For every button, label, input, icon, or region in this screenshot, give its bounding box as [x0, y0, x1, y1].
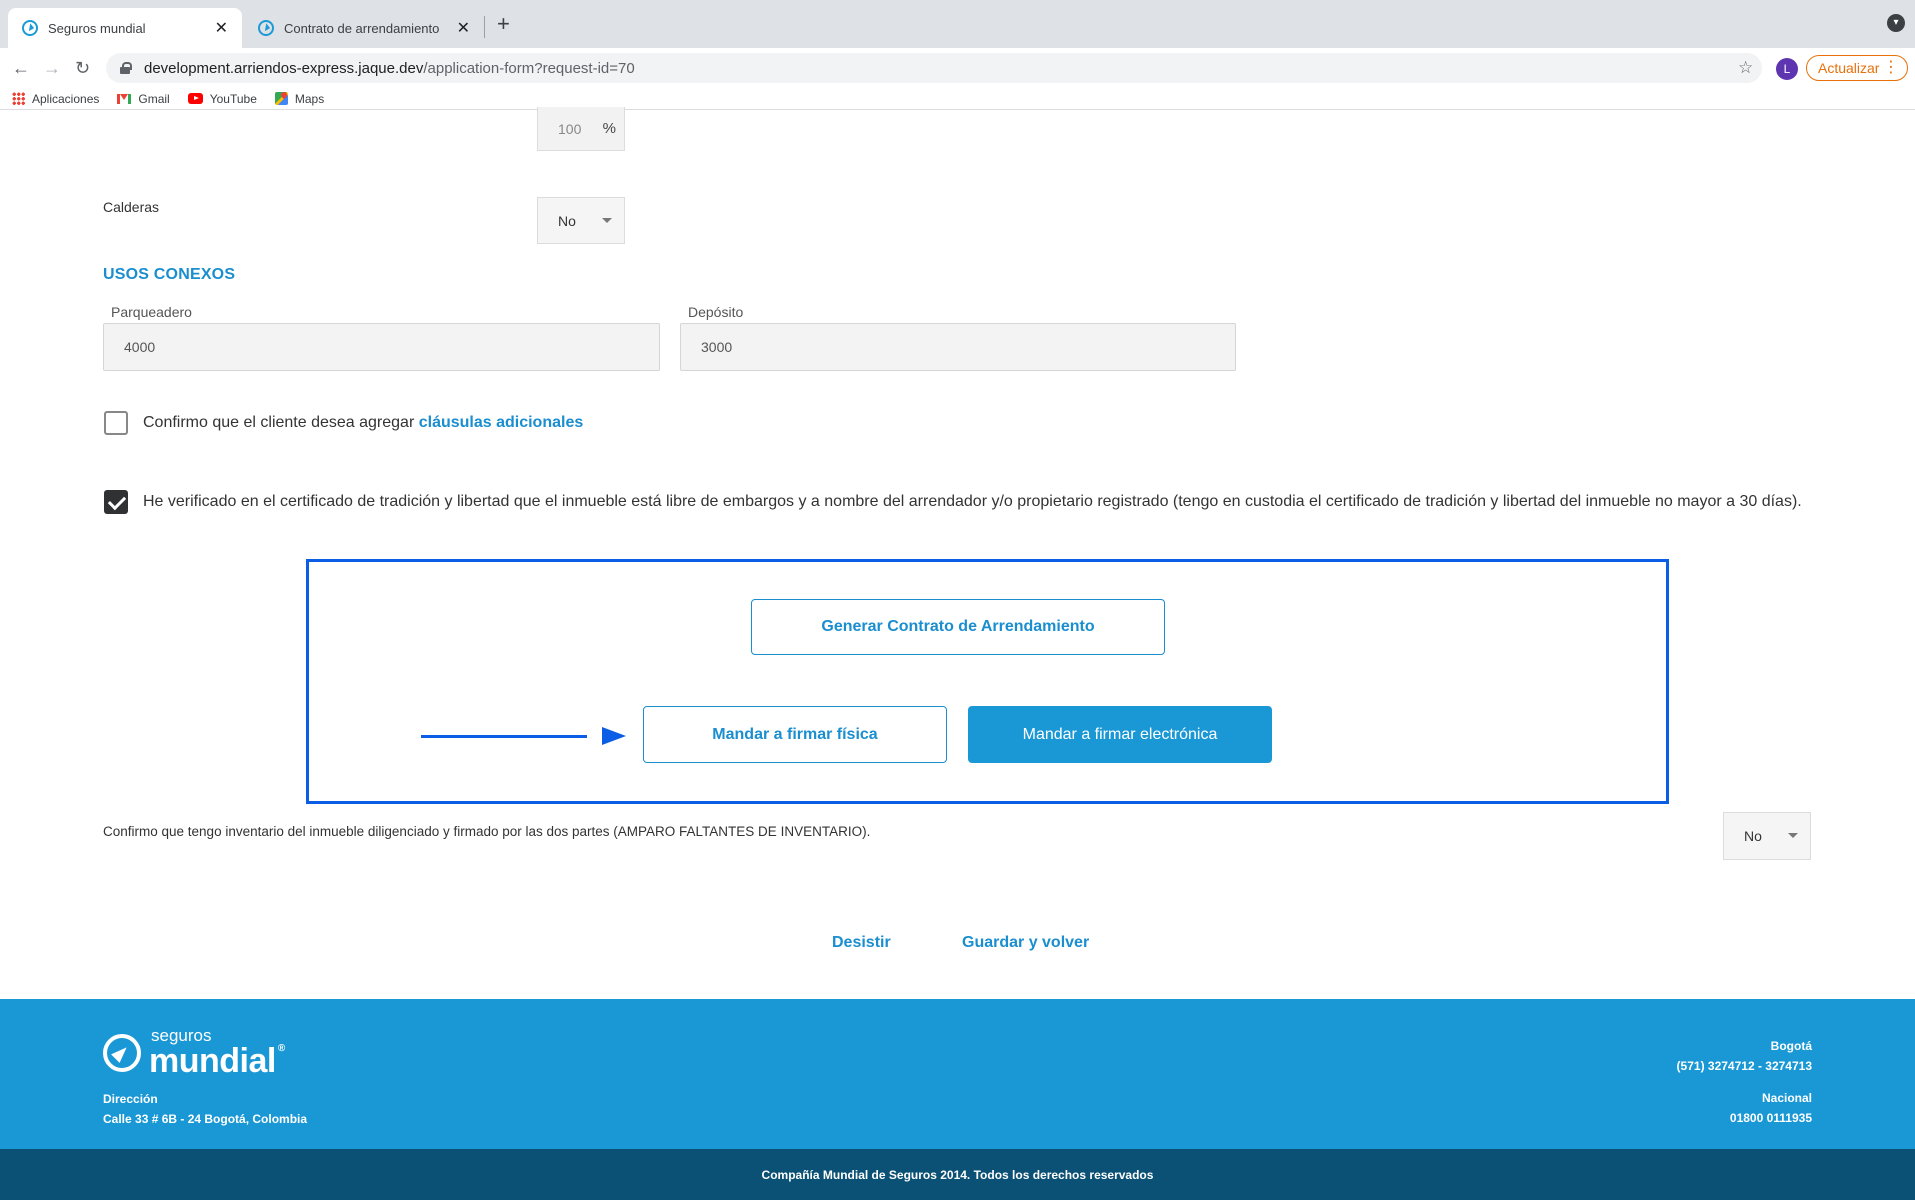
- browser-toolbar: ← → ↻ development.arriendos-express.jaqu…: [0, 48, 1915, 88]
- percent-symbol: %: [602, 120, 616, 137]
- clausulas-label: Confirmo que el cliente desea agregar: [143, 414, 419, 431]
- logo-big-text: mundial ®: [149, 1042, 285, 1080]
- nacional-phone: 01800 0111935: [1729, 1111, 1812, 1125]
- site-favicon-icon: [258, 20, 274, 36]
- chevron-down-icon: [602, 218, 612, 223]
- update-button[interactable]: Actualizar ⋮: [1806, 55, 1908, 81]
- tab-strip: Seguros mundial ✕ Contrato de arrendamie…: [0, 0, 1915, 48]
- percent-field[interactable]: 100 %: [537, 107, 625, 151]
- clausulas-text: Confirmo que el cliente desea agregar cl…: [143, 411, 583, 435]
- lock-icon: [120, 62, 132, 74]
- tab-separator: [484, 16, 485, 38]
- close-icon[interactable]: ✕: [215, 18, 228, 38]
- avatar[interactable]: L: [1776, 58, 1798, 80]
- bogota-label: Bogotá: [1770, 1039, 1812, 1053]
- bookmark-apps[interactable]: Aplicaciones: [12, 92, 99, 106]
- arrow-right-icon: [602, 727, 626, 745]
- guardar-volver-button[interactable]: Guardar y volver: [962, 934, 1089, 952]
- firmar-fisica-button[interactable]: Mandar a firmar física: [643, 706, 947, 763]
- more-vert-icon[interactable]: ⋮: [1883, 58, 1899, 78]
- url-host: development.arriendos-express.jaque.dev: [144, 59, 424, 77]
- deposito-field[interactable]: 3000: [680, 323, 1236, 371]
- calderas-label: Calderas: [103, 199, 160, 215]
- generar-contrato-button[interactable]: Generar Contrato de Arrendamiento: [751, 599, 1165, 655]
- desistir-button[interactable]: Desistir: [832, 934, 891, 952]
- mundial-logo-icon: [103, 1033, 141, 1072]
- update-label: Actualizar: [1818, 60, 1880, 76]
- inventario-value: No: [1744, 828, 1762, 844]
- copyright-text: Compañía Mundial de Seguros 2014. Todos …: [761, 1167, 1154, 1182]
- maps-icon: [274, 92, 288, 105]
- bookmark-label: Aplicaciones: [32, 91, 100, 106]
- direccion-value: Calle 33 # 6B - 24 Bogotá, Colombia: [103, 1112, 308, 1126]
- inventario-select[interactable]: No: [1723, 812, 1811, 860]
- inventario-text: Confirmo que tengo inventario del inmueb…: [103, 824, 871, 839]
- tab-title: Contrato de arrendamiento: [284, 20, 440, 36]
- bookmark-maps[interactable]: Maps: [274, 91, 325, 106]
- section-title-usos-conexos: USOS CONEXOS: [103, 266, 236, 283]
- youtube-icon: [187, 93, 203, 104]
- close-icon[interactable]: ✕: [457, 18, 470, 38]
- tab-seguros-mundial[interactable]: Seguros mundial ✕: [8, 8, 242, 48]
- page-content: 100 % Calderas No USOS CONEXOS Parqueade…: [0, 107, 1915, 1200]
- bookmark-label: Gmail: [138, 91, 170, 106]
- bookmark-label: Maps: [294, 91, 325, 106]
- chevron-down-icon: [1788, 833, 1798, 838]
- direccion-label: Dirección: [103, 1092, 158, 1106]
- back-icon[interactable]: ←: [12, 56, 30, 80]
- url-path: /application-form?request-id=70: [423, 59, 635, 77]
- address-bar[interactable]: development.arriendos-express.jaque.dev /…: [106, 53, 1762, 83]
- arrow-annotation-line: [421, 735, 587, 738]
- parqueadero-label: Parqueadero: [111, 304, 192, 320]
- tab-search-icon[interactable]: ▾: [1887, 14, 1905, 32]
- certificado-checkbox[interactable]: [104, 490, 128, 514]
- reload-icon[interactable]: ↻: [75, 56, 90, 80]
- tab-contrato[interactable]: Contrato de arrendamiento ✕: [244, 8, 484, 48]
- bogota-phone: (571) 3274712 - 3274713: [1676, 1059, 1812, 1073]
- nacional-label: Nacional: [1761, 1091, 1812, 1105]
- calderas-value: No: [558, 212, 576, 229]
- gmail-icon: [117, 93, 132, 104]
- bookmark-star-icon[interactable]: ☆: [1738, 58, 1753, 78]
- highlight-frame: [306, 559, 1669, 804]
- registered-mark: ®: [277, 1043, 285, 1054]
- deposito-label: Depósito: [688, 304, 744, 320]
- clausulas-checkbox[interactable]: [104, 411, 128, 435]
- copyright-bar: Compañía Mundial de Seguros 2014. Todos …: [0, 1149, 1915, 1200]
- calderas-select[interactable]: No: [537, 197, 625, 244]
- logo-brand: mundial: [149, 1042, 276, 1080]
- tab-title: Seguros mundial: [48, 20, 146, 36]
- clausulas-link[interactable]: cláusulas adicionales: [419, 414, 584, 431]
- new-tab-icon[interactable]: +: [497, 12, 510, 36]
- parqueadero-value: 4000: [124, 339, 156, 355]
- certificado-text: He verificado en el certificado de tradi…: [143, 493, 1802, 510]
- deposito-value: 3000: [701, 339, 733, 355]
- parqueadero-field[interactable]: 4000: [103, 323, 660, 371]
- site-footer: seguros mundial ® Dirección Calle 33 # 6B…: [0, 999, 1915, 1149]
- bookmarks-bar: Aplicaciones Gmail YouTube Maps: [0, 88, 1915, 110]
- firmar-electronica-button[interactable]: Mandar a firmar electrónica: [968, 706, 1272, 763]
- bookmark-gmail[interactable]: Gmail: [117, 91, 170, 106]
- apps-grid-icon: [12, 92, 25, 105]
- site-favicon-icon: [22, 20, 38, 36]
- bookmark-label: YouTube: [209, 91, 257, 106]
- logo-text: seguros mundial ®: [149, 1027, 285, 1078]
- seguros-mundial-logo[interactable]: seguros mundial ®: [103, 1027, 285, 1078]
- bookmark-youtube[interactable]: YouTube: [187, 91, 257, 106]
- percent-value: 100: [558, 120, 582, 137]
- forward-icon[interactable]: →: [43, 56, 61, 80]
